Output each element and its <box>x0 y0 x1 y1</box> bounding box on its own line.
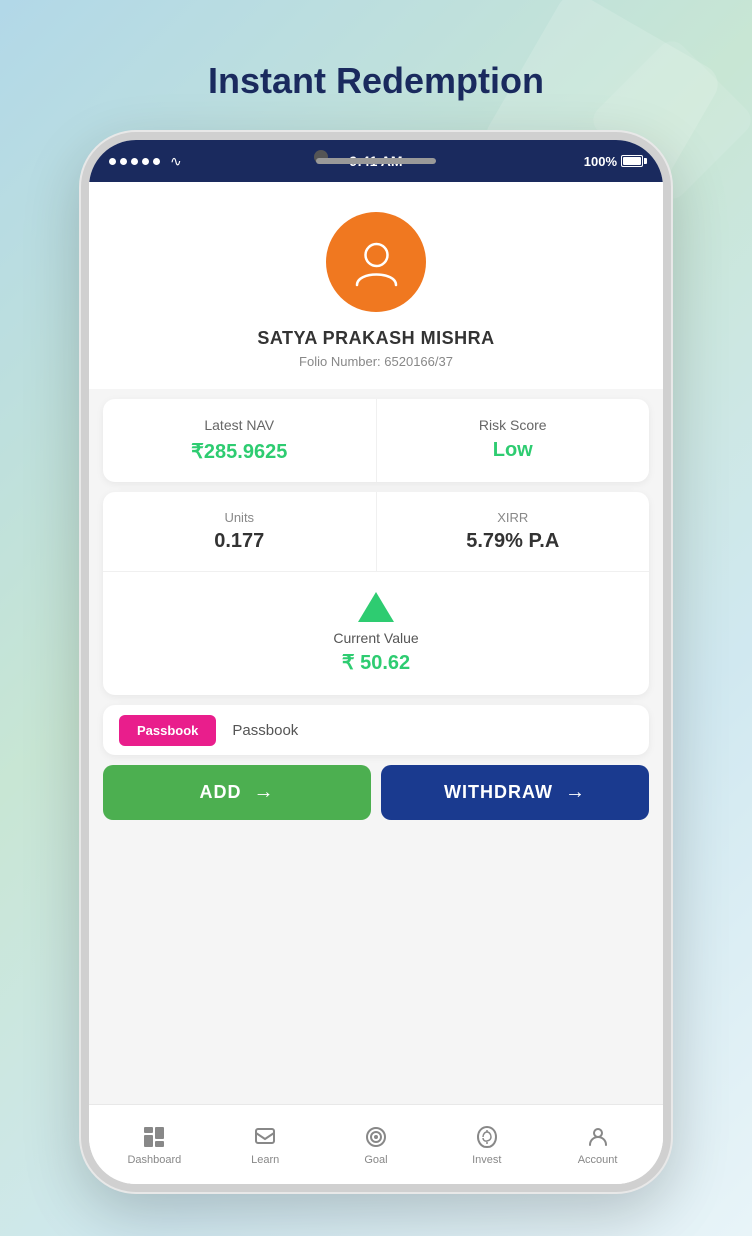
side-button-volume-down <box>81 340 83 385</box>
stats-row: Latest NAV ₹285.9625 Risk Score Low <box>103 399 649 482</box>
signal-dot <box>153 158 160 165</box>
nav-label: Latest NAV <box>123 417 356 433</box>
signal-dot <box>120 158 127 165</box>
withdraw-button-label: WITHDRAW <box>444 782 553 803</box>
signal-dot <box>109 158 116 165</box>
account-nav-label: Account <box>578 1154 618 1166</box>
xirr-value: 5.79% P.A <box>397 530 630 553</box>
phone-frame: ∿ 9:41 AM 100% SATYA PRAKASH MISHRA Foli… <box>81 132 671 1192</box>
invest-row: Units 0.177 XIRR 5.79% P.A <box>103 492 649 572</box>
nav-risk-card: Latest NAV ₹285.9625 Risk Score Low <box>103 399 649 482</box>
units-label: Units <box>123 510 356 525</box>
account-icon <box>585 1124 611 1150</box>
current-value-amount: ₹ 50.62 <box>342 650 410 675</box>
side-button-power <box>669 310 671 380</box>
action-buttons: ADD → WITHDRAW → <box>103 765 649 820</box>
dashboard-nav-label: Dashboard <box>127 1154 181 1166</box>
page-title: Instant Redemption <box>208 60 544 102</box>
invest-nav-label: Invest <box>472 1154 501 1166</box>
bottom-nav: Dashboard Learn <box>89 1104 663 1184</box>
xirr-label: XIRR <box>397 510 630 525</box>
xirr-stat: XIRR 5.79% P.A <box>377 492 650 571</box>
add-arrow-icon: → <box>254 781 275 804</box>
add-button-label: ADD <box>200 782 242 803</box>
nav-item-invest[interactable]: Invest <box>431 1124 542 1166</box>
add-button[interactable]: ADD → <box>103 765 371 820</box>
signal-indicator: ∿ <box>109 153 182 170</box>
invest-card: Units 0.177 XIRR 5.79% P.A Current Value… <box>103 492 649 695</box>
battery-indicator: 100% <box>584 154 643 169</box>
learn-nav-label: Learn <box>251 1154 279 1166</box>
signal-dot <box>142 158 149 165</box>
avatar-icon <box>349 235 404 290</box>
nav-item-goal[interactable]: Goal <box>321 1124 432 1166</box>
folio-number: Folio Number: 6520166/37 <box>299 354 453 369</box>
nav-stat: Latest NAV ₹285.9625 <box>103 399 377 482</box>
side-button-volume-up <box>81 280 83 325</box>
user-name: SATYA PRAKASH MISHRA <box>257 328 494 349</box>
goal-nav-label: Goal <box>364 1154 387 1166</box>
battery-icon <box>621 155 643 167</box>
passbook-section: Passbook Passbook <box>103 705 649 755</box>
risk-value: Low <box>397 439 630 462</box>
invest-icon <box>474 1124 500 1150</box>
units-stat: Units 0.177 <box>103 492 377 571</box>
passbook-tab-button[interactable]: Passbook <box>119 715 216 746</box>
current-value-section: Current Value ₹ 50.62 <box>103 572 649 675</box>
phone-content: SATYA PRAKASH MISHRA Folio Number: 65201… <box>89 182 663 1184</box>
nav-value: ₹285.9625 <box>123 439 356 464</box>
battery-fill <box>623 157 641 165</box>
nav-item-account[interactable]: Account <box>542 1124 653 1166</box>
learn-icon <box>252 1124 278 1150</box>
avatar <box>326 212 426 312</box>
withdraw-arrow-icon: → <box>565 781 586 804</box>
risk-label: Risk Score <box>397 417 630 433</box>
trend-up-icon <box>358 592 394 622</box>
withdraw-button[interactable]: WITHDRAW → <box>381 765 649 820</box>
passbook-label: Passbook <box>232 722 298 739</box>
signal-dot <box>131 158 138 165</box>
goal-icon <box>363 1124 389 1150</box>
current-value-label: Current Value <box>333 630 418 646</box>
battery-percentage: 100% <box>584 154 617 169</box>
wifi-icon: ∿ <box>170 153 182 170</box>
units-value: 0.177 <box>123 530 356 553</box>
nav-item-dashboard[interactable]: Dashboard <box>99 1124 210 1166</box>
risk-stat: Risk Score Low <box>377 399 650 482</box>
profile-section: SATYA PRAKASH MISHRA Folio Number: 65201… <box>89 182 663 389</box>
nav-item-learn[interactable]: Learn <box>210 1124 321 1166</box>
phone-speaker <box>316 158 436 164</box>
dashboard-icon <box>141 1124 167 1150</box>
